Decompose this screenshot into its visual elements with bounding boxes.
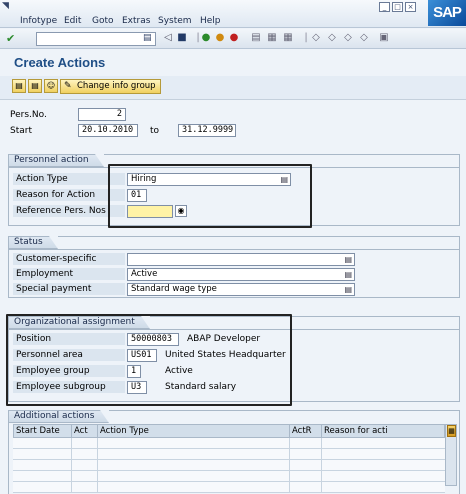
menu-goto[interactable]: Goto [92, 16, 114, 26]
to-label: to [150, 126, 160, 136]
customer-specific-field[interactable]: ▤ [127, 253, 355, 266]
column-actr[interactable]: ActR [290, 425, 322, 437]
back-icon[interactable]: ● [200, 32, 212, 44]
print-icon[interactable]: ▤ [250, 32, 262, 44]
table-row[interactable] [13, 438, 445, 449]
menu-help[interactable]: Help [200, 16, 221, 26]
new-session-icon[interactable]: ▣ [378, 32, 390, 44]
table-row[interactable] [13, 460, 445, 471]
find-next-icon[interactable]: ▦ [282, 32, 294, 44]
group-divider [9, 249, 459, 250]
back-arrow-icon[interactable]: ◁ [162, 32, 174, 44]
page-title: Create Actions [14, 55, 106, 70]
first-page-icon[interactable]: ◇ [310, 32, 322, 44]
command-field[interactable] [36, 32, 156, 46]
person-icon[interactable]: ☺ [44, 79, 58, 93]
start-date-field[interactable]: 20.10.2010 [78, 124, 138, 137]
special-payment-field[interactable]: Standard wage type ▤ [127, 283, 355, 296]
pers-no-field[interactable]: 2 [78, 108, 126, 121]
employment-label: Employment [13, 268, 125, 280]
previous-page-icon[interactable]: ◇ [326, 32, 338, 44]
menu-system[interactable]: System [158, 16, 192, 26]
status-group: Status Customer-specific ▤ Employment Ac… [8, 236, 460, 298]
pers-no-label: Pers.No. [10, 110, 47, 120]
customer-specific-label: Customer-specific [13, 253, 125, 265]
column-config-icon[interactable]: ▦ [447, 425, 456, 437]
menu-bar: ◥ Infotype Edit Goto Extras System Help … [0, 0, 466, 28]
column-reason[interactable]: Reason for acti [322, 425, 446, 437]
change-info-group-label: Change info group [77, 81, 156, 91]
table-row[interactable] [13, 471, 445, 482]
details-icon[interactable]: ▤ [28, 79, 42, 93]
command-history-icon[interactable]: ▤ [143, 33, 152, 43]
sap-logo: SAP [428, 0, 466, 26]
employment-value: Active [131, 269, 158, 279]
next-page-icon[interactable]: ◇ [342, 32, 354, 44]
overview-icon[interactable]: ▤ [12, 79, 26, 93]
pencil-icon: ✎ [64, 81, 72, 91]
dropdown-icon[interactable]: ▤ [344, 284, 352, 295]
dropdown-icon[interactable]: ▤ [344, 254, 352, 265]
additional-actions-table-header: Start Date Act Action Type ActR Reason f… [13, 424, 445, 438]
change-info-group-button[interactable]: ✎ Change info group [60, 79, 161, 94]
exit-icon[interactable]: ● [214, 32, 226, 44]
table-scrollbar[interactable]: ▦ [445, 424, 457, 486]
start-label: Start [10, 126, 32, 136]
column-action-type[interactable]: Action Type [98, 425, 290, 437]
table-row[interactable] [13, 482, 445, 493]
special-payment-value: Standard wage type [131, 284, 217, 294]
enter-check-icon[interactable]: ✔ [6, 32, 15, 45]
special-payment-label: Special payment [13, 283, 125, 295]
menu-edit[interactable]: Edit [64, 16, 81, 26]
table-row[interactable] [13, 449, 445, 460]
status-title: Status [9, 236, 58, 249]
additional-actions-title: Additional actions [9, 410, 110, 423]
find-icon[interactable]: ▦ [266, 32, 278, 44]
personnel-action-title: Personnel action [9, 154, 104, 167]
minimize-icon[interactable]: _ [379, 2, 390, 12]
application-toolbar: ▤ ▤ ☺ ✎ Change info group [0, 76, 466, 100]
maximize-icon[interactable]: □ [392, 2, 403, 12]
last-page-icon[interactable]: ◇ [358, 32, 370, 44]
highlight-box-personnel-action [108, 164, 312, 228]
employment-field[interactable]: Active ▤ [127, 268, 355, 281]
standard-toolbar: ✔ ▤ ◁ ■ | ● ● ● ▤ ▦ ▦ | ◇ ◇ ◇ ◇ ▣ [0, 29, 466, 49]
highlight-box-org-assignment [6, 314, 292, 406]
column-act[interactable]: Act [72, 425, 98, 437]
additional-actions-group: Additional actions Start Date Act Action… [8, 410, 460, 494]
system-menu-icon[interactable]: ◥ [2, 1, 14, 11]
save-icon[interactable]: ■ [176, 32, 188, 44]
column-start-date[interactable]: Start Date [14, 425, 72, 437]
menu-infotype[interactable]: Infotype [20, 16, 57, 26]
close-icon[interactable]: × [405, 2, 416, 12]
dropdown-icon[interactable]: ▤ [344, 269, 352, 280]
end-date-field[interactable]: 31.12.9999 [178, 124, 236, 137]
cancel-icon[interactable]: ● [228, 32, 240, 44]
menu-extras[interactable]: Extras [122, 16, 150, 26]
